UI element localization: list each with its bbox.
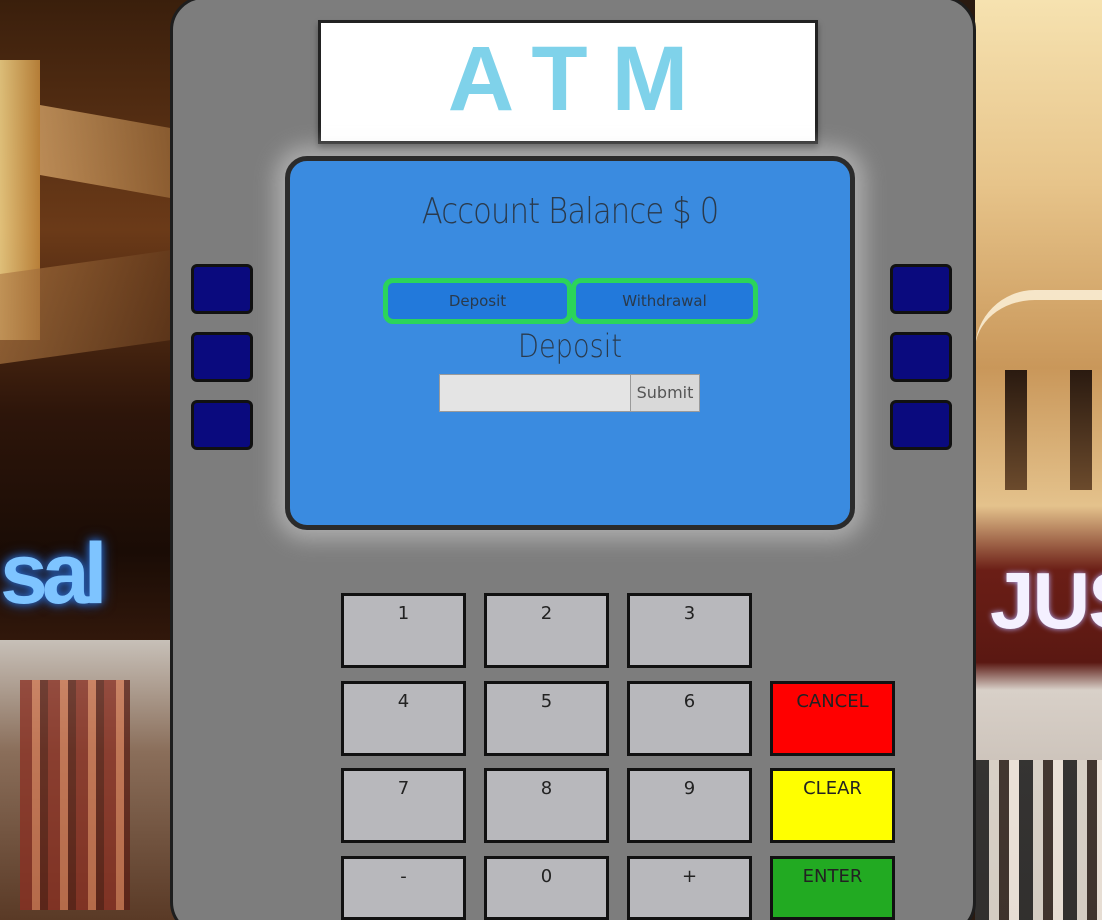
background-right-scene: JUS <box>975 0 1102 920</box>
enter-button[interactable]: ENTER <box>770 856 895 920</box>
background-clothing-rack <box>20 680 130 910</box>
atm-title: ATM <box>447 28 713 130</box>
side-key-right-1[interactable] <box>890 264 952 314</box>
atm-title-panel: ATM <box>318 20 818 144</box>
side-key-right-2[interactable] <box>890 332 952 382</box>
account-balance: Account Balance $ 0 <box>332 191 808 232</box>
keypad-key-minus[interactable]: - <box>341 856 466 920</box>
keypad-key-6[interactable]: 6 <box>627 681 752 756</box>
account-balance-value: 0 <box>699 191 719 232</box>
background-store-sign-right: JUS <box>990 556 1102 645</box>
side-key-left-1[interactable] <box>191 264 253 314</box>
keypad-key-5[interactable]: 5 <box>484 681 609 756</box>
keypad-key-2[interactable]: 2 <box>484 593 609 668</box>
submit-button[interactable]: Submit <box>630 374 700 412</box>
side-key-left-3[interactable] <box>191 400 253 450</box>
transaction-section-title: Deposit <box>518 327 622 365</box>
keypad-key-3[interactable]: 3 <box>627 593 752 668</box>
clear-button[interactable]: CLEAR <box>770 768 895 843</box>
atm-screen: Account Balance $ 0 Deposit Withdrawal D… <box>285 156 855 530</box>
account-balance-label: Account Balance $ <box>421 191 692 232</box>
keypad-key-9[interactable]: 9 <box>627 768 752 843</box>
amount-input[interactable] <box>439 374 631 412</box>
keypad-key-0[interactable]: 0 <box>484 856 609 920</box>
keypad-key-8[interactable]: 8 <box>484 768 609 843</box>
side-key-left-2[interactable] <box>191 332 253 382</box>
cancel-button[interactable]: CANCEL <box>770 681 895 756</box>
background-store-sign-left: sal <box>0 526 108 622</box>
withdrawal-mode-button[interactable]: Withdrawal <box>571 278 758 324</box>
background-crowd <box>975 760 1102 920</box>
keypad-key-7[interactable]: 7 <box>341 768 466 843</box>
keypad-key-4[interactable]: 4 <box>341 681 466 756</box>
keypad-key-1[interactable]: 1 <box>341 593 466 668</box>
background-column <box>1005 370 1027 490</box>
background-ceiling <box>975 290 1102 360</box>
keypad-key-plus[interactable]: + <box>627 856 752 920</box>
deposit-mode-button[interactable]: Deposit <box>383 278 572 324</box>
side-key-right-3[interactable] <box>890 400 952 450</box>
background-column <box>1070 370 1092 490</box>
